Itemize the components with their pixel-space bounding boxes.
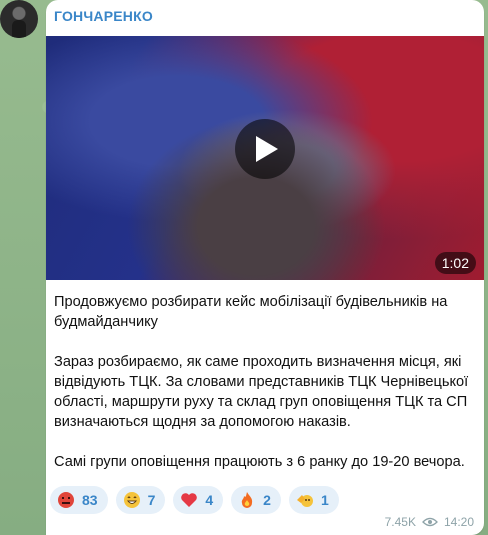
video-thumbnail[interactable]: 1:02 xyxy=(46,36,484,280)
video-duration: 1:02 xyxy=(434,252,476,274)
message-paragraph: Продовжуємо розбирати кейс мобілізації б… xyxy=(54,294,448,330)
message-paragraph: Зараз розбираємо, як саме проходить визн… xyxy=(54,354,469,430)
reaction-count: 2 xyxy=(263,492,271,508)
message-paragraph: Самі групи оповіщення працюють з 6 ранку… xyxy=(54,454,465,470)
clapping-face-icon xyxy=(295,490,315,510)
play-icon xyxy=(256,136,278,162)
reaction-count: 83 xyxy=(82,492,98,508)
eye-icon xyxy=(422,517,438,527)
reaction-fire[interactable]: 2 xyxy=(231,486,281,514)
reactions-bar: 83 7 4 2 1 xyxy=(50,486,339,514)
reaction-heart[interactable]: 4 xyxy=(173,486,224,514)
reaction-clap[interactable]: 1 xyxy=(288,486,339,514)
message-text: Продовжуємо розбирати кейс мобілізації б… xyxy=(54,292,474,472)
heart-icon xyxy=(179,490,199,510)
channel-avatar[interactable] xyxy=(0,0,38,38)
reaction-count: 4 xyxy=(205,492,214,508)
reaction-count: 7 xyxy=(147,492,156,508)
message-meta: 7.45K 14:20 xyxy=(385,515,474,529)
reaction-grin[interactable]: 7 xyxy=(115,486,166,514)
view-count: 7.45K xyxy=(384,515,416,529)
reaction-count: 1 xyxy=(320,492,329,508)
message-bubble: ГОНЧАРЕНКО 1:02 Продовжуємо розбирати ке… xyxy=(46,0,484,535)
play-button[interactable] xyxy=(235,119,295,179)
angry-face-icon xyxy=(56,490,76,510)
message-time: 14:20 xyxy=(443,515,474,529)
sender-name[interactable]: ГОНЧАРЕНКО xyxy=(54,8,153,24)
grin-face-icon xyxy=(122,490,142,510)
reaction-angry[interactable]: 83 xyxy=(50,486,108,514)
fire-icon xyxy=(237,490,257,510)
